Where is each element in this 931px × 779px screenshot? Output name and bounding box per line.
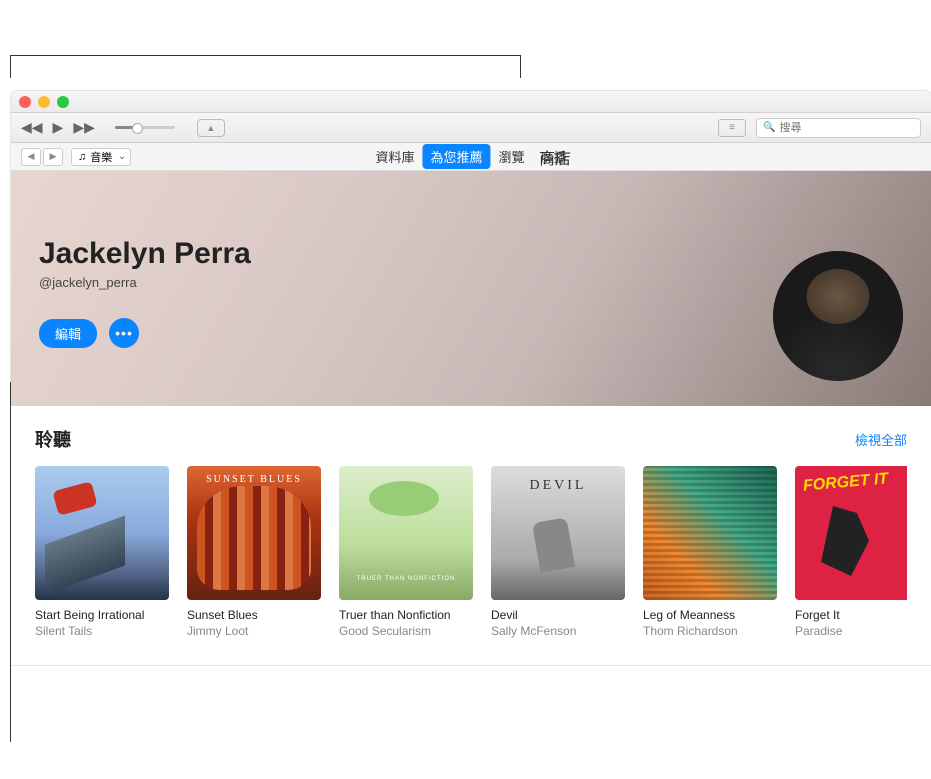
profile-avatar[interactable] bbox=[773, 251, 903, 381]
edit-profile-button[interactable]: 編輯 bbox=[39, 319, 97, 348]
listening-album-row: Start Being Irrational Silent Tails Suns… bbox=[35, 466, 907, 639]
album-title: Devil bbox=[491, 608, 625, 624]
tab-for-you[interactable]: 為您推薦 bbox=[422, 144, 490, 169]
album-artist: Good Secularism bbox=[339, 624, 473, 640]
listening-section-title: 聆聽 bbox=[35, 426, 71, 452]
next-track-button[interactable]: ▶▶ bbox=[73, 119, 95, 136]
album-title: Leg of Meanness bbox=[643, 608, 777, 624]
more-options-button[interactable]: ••• bbox=[109, 318, 139, 348]
album-card[interactable]: E Forget It Paradise bbox=[795, 466, 907, 639]
album-artist: Thom Richardson bbox=[643, 624, 777, 640]
airplay-button[interactable]: ▲ bbox=[197, 119, 225, 137]
profile-display-name: Jackelyn Perra bbox=[39, 237, 903, 271]
album-card[interactable]: Truer than Nonfiction Good Secularism bbox=[339, 466, 473, 639]
see-all-link[interactable]: 檢視全部 bbox=[855, 430, 907, 449]
maximize-button[interactable] bbox=[57, 96, 69, 108]
queue-button[interactable]: ≡ bbox=[718, 119, 746, 137]
album-artwork bbox=[35, 466, 169, 600]
album-artwork: E bbox=[795, 466, 907, 600]
search-icon: 🔍 bbox=[763, 122, 775, 133]
nav-back-button[interactable]: ◀ bbox=[21, 148, 41, 166]
previous-track-button[interactable]: ◀◀ bbox=[21, 119, 43, 136]
album-artwork bbox=[339, 466, 473, 600]
album-artist: Jimmy Loot bbox=[187, 624, 321, 640]
album-title: Start Being Irrational bbox=[35, 608, 169, 624]
minimize-button[interactable] bbox=[38, 96, 50, 108]
album-title: Truer than Nonfiction bbox=[339, 608, 473, 624]
play-button[interactable]: ▶ bbox=[53, 119, 64, 136]
album-card[interactable]: Sunset Blues Jimmy Loot bbox=[187, 466, 321, 639]
media-type-label: 音樂 bbox=[90, 149, 112, 165]
media-type-select[interactable]: ♫ 音樂 bbox=[71, 148, 131, 166]
music-note-icon: ♫ bbox=[78, 151, 86, 163]
album-artwork bbox=[187, 466, 321, 600]
album-card[interactable]: Start Being Irrational Silent Tails bbox=[35, 466, 169, 639]
profile-header: Jackelyn Perra @jackelyn_perra 編輯 ••• bbox=[11, 171, 931, 406]
album-card[interactable]: Devil Sally McFenson bbox=[491, 466, 625, 639]
album-card[interactable]: Leg of Meanness Thom Richardson bbox=[643, 466, 777, 639]
album-title: Sunset Blues bbox=[187, 608, 321, 624]
nav-forward-button[interactable]: ▶ bbox=[43, 148, 63, 166]
close-button[interactable] bbox=[19, 96, 31, 108]
playback-toolbar: ◀◀ ▶ ▶▶ ▲ ≡ 🔍 bbox=[11, 113, 931, 143]
album-artwork bbox=[643, 466, 777, 600]
tab-browse[interactable]: 瀏覽 bbox=[491, 144, 533, 169]
album-artwork bbox=[491, 466, 625, 600]
search-input[interactable]: 🔍 bbox=[756, 118, 921, 138]
album-artist: Silent Tails bbox=[35, 624, 169, 640]
album-artist: Sally McFenson bbox=[491, 624, 625, 640]
navigation-bar: ◀ ▶ ♫ 音樂 資料庫 為您推薦 瀏覽 廣播 商店 bbox=[11, 143, 931, 171]
avatar-image bbox=[773, 251, 903, 381]
volume-slider[interactable] bbox=[115, 126, 175, 129]
itunes-window: ◀◀ ▶ ▶▶ ▲ ≡ 🔍 ◀ ▶ ♫ 音樂 資料庫 為您推薦 瀏覽 廣播 bbox=[11, 91, 931, 665]
album-artist: Paradise bbox=[795, 624, 907, 640]
profile-handle: @jackelyn_perra bbox=[39, 275, 903, 290]
search-field[interactable] bbox=[779, 122, 914, 134]
tab-store[interactable]: 商店 bbox=[531, 142, 579, 172]
tab-library[interactable]: 資料庫 bbox=[367, 144, 422, 169]
window-titlebar bbox=[11, 91, 931, 113]
album-title: Forget It bbox=[795, 608, 907, 624]
